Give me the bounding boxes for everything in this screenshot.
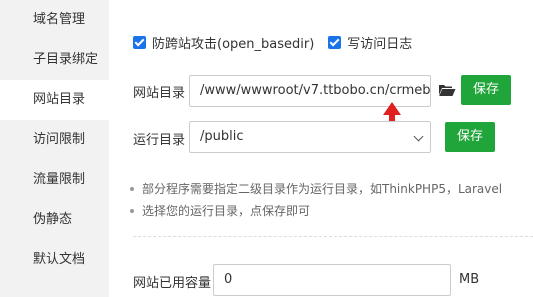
sidebar: 域名管理 子目录绑定 网站目录 访问限制 流量限制 伪静态 默认文档	[0, 0, 109, 297]
anti-xss-label: 防跨站攻击(open_basedir)	[152, 36, 315, 52]
sidebar-item-access-restriction[interactable]: 访问限制	[0, 120, 109, 160]
access-log-label: 写访问日志	[347, 36, 413, 52]
capacity-unit: MB	[459, 272, 480, 287]
capacity-input[interactable]: 0	[213, 264, 451, 296]
sidebar-item-rewrite[interactable]: 伪静态	[0, 200, 109, 240]
capacity-label: 网站已用容量	[133, 276, 212, 291]
hint-item: 选择您的运行目录，点保存即可	[124, 200, 502, 222]
folder-open-icon[interactable]	[438, 83, 456, 97]
sidebar-item-domain-management[interactable]: 域名管理	[0, 0, 109, 40]
divider	[133, 236, 533, 237]
sidebar-item-subdirectory-binding[interactable]: 子目录绑定	[0, 40, 109, 80]
anti-xss-checkbox[interactable]	[133, 35, 146, 49]
run-dir-label: 运行目录	[133, 133, 186, 148]
site-dir-save-button[interactable]: 保存	[461, 75, 512, 105]
sidebar-item-default-document[interactable]: 默认文档	[0, 240, 109, 280]
hints-list: 部分程序需要指定二级目录作为运行目录，如ThinkPHP5，Laravel 选择…	[124, 178, 502, 222]
run-dir-select[interactable]: /public	[189, 121, 431, 153]
hint-item: 部分程序需要指定二级目录作为运行目录，如ThinkPHP5，Laravel	[124, 178, 502, 200]
run-dir-value: /public	[200, 129, 244, 144]
run-dir-save-button[interactable]: 保存	[445, 122, 496, 152]
sidebar-item-traffic-limit[interactable]: 流量限制	[0, 160, 109, 200]
chevron-down-icon	[413, 131, 424, 142]
options-row: 防跨站攻击(open_basedir) 写访问日志	[133, 33, 426, 52]
site-dir-label: 网站目录	[133, 86, 186, 101]
access-log-checkbox[interactable]	[328, 35, 342, 49]
main-panel: 防跨站攻击(open_basedir) 写访问日志 网站目录 /www/wwwr…	[109, 0, 533, 297]
sidebar-item-site-directory[interactable]: 网站目录	[0, 80, 109, 120]
